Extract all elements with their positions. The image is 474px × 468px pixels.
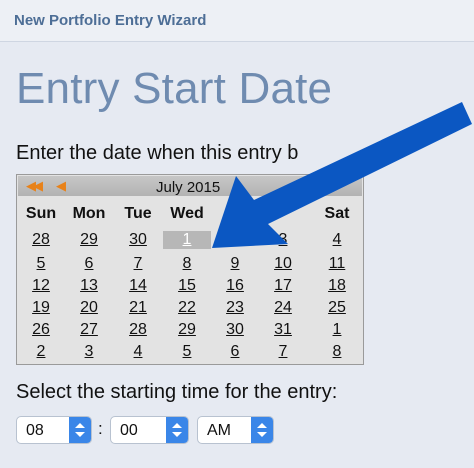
calendar-day[interactable]: 19	[17, 299, 65, 317]
calendar-day[interactable]: 5	[17, 255, 65, 273]
calendar-day[interactable]: 29	[65, 231, 113, 249]
weekday-header-wed: Wed	[170, 205, 204, 222]
calendar-header: ◀◀ ◀ July 2015	[18, 176, 362, 196]
calendar-day[interactable]: 13	[65, 277, 113, 295]
calendar-day[interactable]: 30	[211, 321, 259, 339]
time-instruction: Select the starting time for the entry:	[16, 381, 338, 403]
calendar-day[interactable]: 4	[114, 343, 162, 361]
calendar-day[interactable]: 26	[17, 321, 65, 339]
prev-month-icon[interactable]: ◀	[56, 178, 66, 194]
calendar-day[interactable]: 12	[17, 277, 65, 295]
date-instruction: Enter the date when this entry b	[16, 142, 299, 164]
calendar-day[interactable]: 27	[65, 321, 113, 339]
calendar-day[interactable]: 20	[65, 299, 113, 317]
calendar-day[interactable]: 5	[163, 343, 211, 361]
weekday-header-sat: Sat	[324, 205, 350, 222]
hour-select[interactable]: 08	[16, 416, 92, 444]
meridiem-value: AM	[207, 422, 231, 439]
calendar-day[interactable]: 1	[313, 321, 361, 339]
calendar-day[interactable]: 8	[313, 343, 361, 361]
calendar-day[interactable]: 10	[259, 255, 307, 273]
calendar-day[interactable]: 24	[259, 299, 307, 317]
weekday-header-tue: Tue	[124, 205, 152, 222]
calendar-day[interactable]: 2	[211, 231, 259, 249]
minute-value: 00	[120, 422, 138, 439]
calendar-day[interactable]: 22	[163, 299, 211, 317]
calendar-day[interactable]: 7	[259, 343, 307, 361]
page-title: Entry Start Date	[16, 64, 333, 113]
calendar-day[interactable]: 30	[114, 231, 162, 249]
calendar-day[interactable]: 6	[211, 343, 259, 361]
calendar-day[interactable]: 8	[163, 255, 211, 273]
meridiem-select[interactable]: AM	[197, 416, 274, 444]
calendar-day[interactable]: 4	[313, 231, 361, 249]
calendar-day[interactable]: 17	[259, 277, 307, 295]
calendar-day[interactable]: 6	[65, 255, 113, 273]
calendar-day[interactable]: 28	[114, 321, 162, 339]
calendar-day[interactable]: 3	[65, 343, 113, 361]
weekday-header-sun: Sun	[25, 205, 57, 222]
calendar-day[interactable]: 11	[313, 255, 361, 273]
minute-stepper-icon[interactable]	[166, 417, 188, 443]
calendar-day[interactable]: 3	[259, 231, 307, 249]
calendar-widget: ◀◀ ◀ July 2015 Sun Mon Tue Wed T Sat 28 2…	[16, 174, 364, 365]
calendar-day[interactable]: 7	[114, 255, 162, 273]
hour-stepper-icon[interactable]	[69, 417, 91, 443]
month-label: July 2015	[156, 179, 221, 196]
calendar-day[interactable]: 2	[17, 343, 65, 361]
weekday-header-mon: Mon	[72, 205, 106, 222]
calendar-day[interactable]: 18	[313, 277, 361, 295]
prev-year-icon[interactable]: ◀◀	[26, 178, 43, 194]
calendar-day[interactable]: 9	[211, 255, 259, 273]
calendar-day[interactable]: 29	[163, 321, 211, 339]
time-separator: :	[98, 419, 103, 438]
calendar-day[interactable]: 14	[114, 277, 162, 295]
meridiem-stepper-icon[interactable]	[251, 417, 273, 443]
window-title: New Portfolio Entry Wizard	[14, 12, 207, 29]
calendar-day[interactable]: 25	[313, 299, 361, 317]
calendar-day[interactable]: 1	[163, 231, 211, 249]
calendar-day[interactable]: 28	[17, 231, 65, 249]
hour-value: 08	[26, 422, 44, 439]
calendar-day[interactable]: 23	[211, 299, 259, 317]
calendar-day[interactable]: 31	[259, 321, 307, 339]
minute-select[interactable]: 00	[110, 416, 189, 444]
calendar-day[interactable]: 15	[163, 277, 211, 295]
calendar-day[interactable]: 21	[114, 299, 162, 317]
calendar-day[interactable]: 16	[211, 277, 259, 295]
weekday-header-thu: T	[230, 205, 240, 222]
wizard-header: New Portfolio Entry Wizard	[0, 0, 474, 42]
